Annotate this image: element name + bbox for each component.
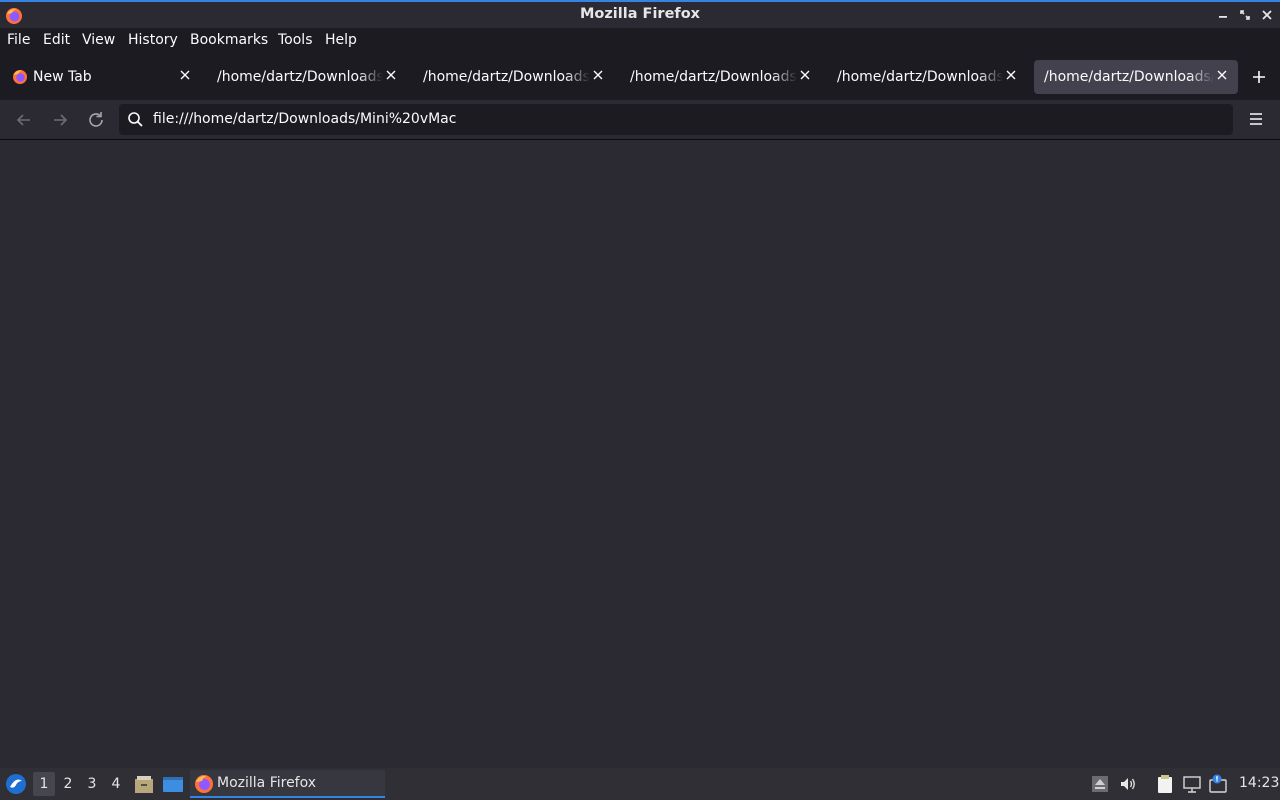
- task-label: Mozilla Firefox: [217, 775, 317, 791]
- close-icon: [1262, 10, 1272, 20]
- tab-label: /home/dartz/Downloads/Mini vMac: [217, 69, 383, 85]
- url-bar[interactable]: file:///home/dartz/Downloads/Mini%20vMac: [119, 104, 1233, 135]
- close-window-button[interactable]: [1260, 7, 1274, 23]
- tab-label: New Tab: [33, 69, 92, 85]
- close-icon: [1217, 70, 1227, 80]
- tab-label: /home/dartz/Downloads/Mini vMac: [837, 69, 1003, 85]
- url-text[interactable]: file:///home/dartz/Downloads/Mini%20vMac: [153, 111, 456, 127]
- firefox-icon: [13, 70, 27, 84]
- firefox-icon: [195, 775, 213, 793]
- close-icon: [800, 70, 810, 80]
- tab-close-button[interactable]: [1214, 68, 1230, 84]
- clipboard-icon[interactable]: [1155, 774, 1175, 794]
- workspace-3[interactable]: 3: [81, 772, 103, 796]
- eject-icon[interactable]: [1090, 774, 1110, 794]
- close-icon: [180, 70, 190, 80]
- notification-icon[interactable]: [1208, 774, 1228, 794]
- tab-close-button[interactable]: [590, 68, 606, 84]
- menu-edit[interactable]: Edit: [43, 32, 70, 48]
- tab-close-button[interactable]: [797, 68, 813, 84]
- tab-close-button[interactable]: [177, 68, 193, 84]
- menu-history[interactable]: History: [128, 32, 178, 48]
- forward-arrow-icon[interactable]: [48, 108, 72, 132]
- menubar: File Edit View History Bookmarks Tools H…: [0, 28, 1280, 54]
- file-manager-icon[interactable]: [133, 773, 155, 795]
- plus-icon: [1253, 71, 1265, 83]
- tab-label: /home/dartz/Downloads/Mini vMac: [423, 69, 590, 85]
- tab-close-button[interactable]: [1003, 68, 1019, 84]
- network-icon[interactable]: [1182, 774, 1202, 794]
- tab-label: /home/dartz/Downloads/Mini vMac: [1044, 69, 1214, 85]
- reload-icon[interactable]: [84, 108, 108, 132]
- tab-downloads-1[interactable]: /home/dartz/Downloads/Mini vMac: [207, 60, 407, 94]
- volume-icon[interactable]: [1118, 774, 1138, 794]
- tab-close-button[interactable]: [383, 68, 399, 84]
- tab-downloads-3[interactable]: /home/dartz/Downloads/Mini vMac: [620, 60, 821, 94]
- system-taskbar: 1 2 3 4 Mozilla Firefox 14:23: [0, 768, 1280, 800]
- menu-tools[interactable]: Tools: [278, 32, 313, 48]
- tab-strip: New Tab /home/dartz/Downloads/Mini vMac …: [0, 54, 1280, 100]
- window-title: Mozilla Firefox: [579, 6, 701, 22]
- tab-new-tab[interactable]: New Tab: [2, 60, 201, 94]
- page-content[interactable]: [0, 140, 1280, 768]
- hamburger-menu-icon[interactable]: [1246, 109, 1266, 129]
- clock[interactable]: 14:23: [1239, 775, 1279, 791]
- close-icon: [1006, 70, 1016, 80]
- workspace-4[interactable]: 4: [105, 772, 127, 796]
- taskbar-firefox-item[interactable]: Mozilla Firefox: [190, 770, 385, 798]
- tab-downloads-2[interactable]: /home/dartz/Downloads/Mini vMac: [413, 60, 614, 94]
- workspace-2[interactable]: 2: [57, 772, 79, 796]
- menu-file[interactable]: File: [7, 32, 30, 48]
- minimize-icon: [1219, 16, 1227, 18]
- maximize-button[interactable]: [1238, 7, 1252, 23]
- close-icon: [593, 70, 603, 80]
- close-icon: [386, 70, 396, 80]
- menu-help[interactable]: Help: [325, 32, 357, 48]
- menu-view[interactable]: View: [82, 32, 115, 48]
- tab-label: /home/dartz/Downloads/Mini vMac: [630, 69, 797, 85]
- new-tab-button[interactable]: [1248, 66, 1270, 88]
- menu-bookmarks[interactable]: Bookmarks: [190, 32, 268, 48]
- desktop-icon[interactable]: [162, 773, 184, 795]
- back-arrow-icon[interactable]: [12, 108, 36, 132]
- workspace-1[interactable]: 1: [33, 772, 55, 796]
- navigation-toolbar: file:///home/dartz/Downloads/Mini%20vMac: [0, 100, 1280, 140]
- search-icon: [128, 112, 143, 127]
- minimize-button[interactable]: [1216, 7, 1230, 23]
- tab-downloads-4[interactable]: /home/dartz/Downloads/Mini vMac: [827, 60, 1027, 94]
- tab-downloads-5-active[interactable]: /home/dartz/Downloads/Mini vMac: [1034, 60, 1238, 94]
- window-titlebar[interactable]: Mozilla Firefox: [0, 0, 1280, 28]
- start-menu-icon[interactable]: [4, 772, 28, 796]
- maximize-icon: [1240, 10, 1250, 20]
